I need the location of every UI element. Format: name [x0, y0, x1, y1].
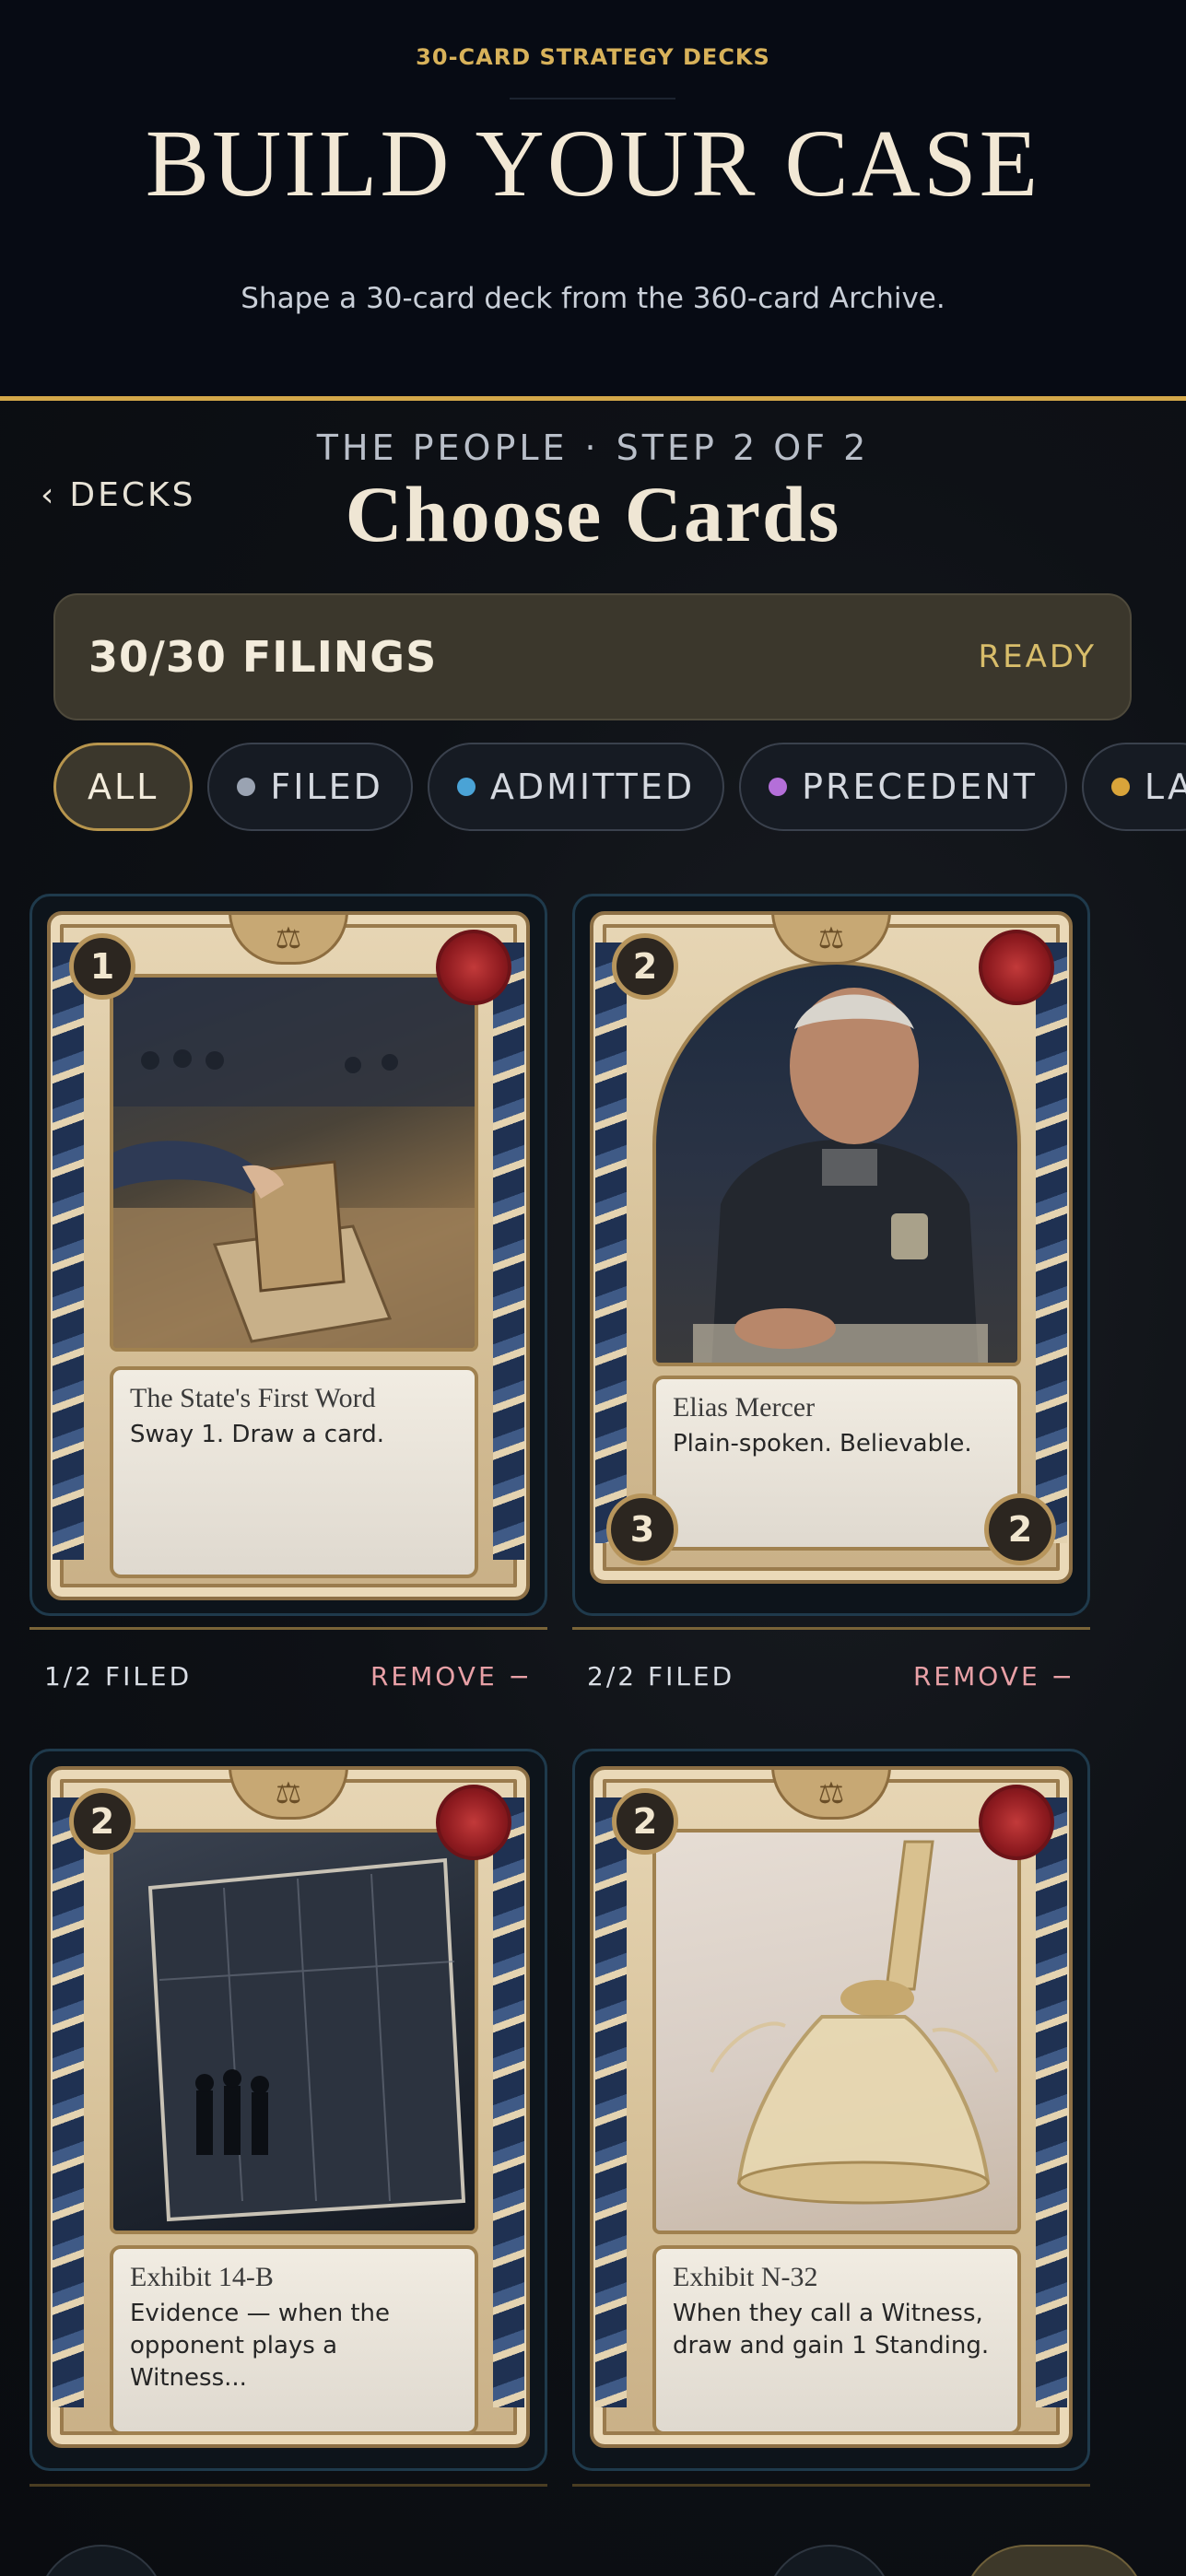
- filed-dot-icon: [237, 778, 256, 796]
- ribbon-decoration: [53, 943, 84, 1560]
- filed-count: 2/2 FILED: [587, 1661, 735, 1692]
- scales-icon: ⚖: [771, 915, 891, 965]
- card-art: [652, 961, 1021, 1366]
- page-title: Choose Cards: [345, 470, 841, 558]
- card-art: [110, 974, 478, 1352]
- card-slot-divider: [572, 2484, 1090, 2487]
- card-textbox: The State's First Word Sway 1. Draw a ca…: [110, 1366, 478, 1578]
- precedent-dot-icon: [769, 778, 788, 796]
- card-slot-footer: 1/2 FILED REMOVE −: [29, 1627, 547, 1692]
- step-label: STEP 2 OF 2: [616, 427, 870, 468]
- card-frame[interactable]: Exhibit N-32 When they call a Witness, d…: [572, 1749, 1090, 2471]
- card-frame[interactable]: Exhibit 14-B Evidence — when the opponen…: [29, 1749, 547, 2471]
- admitted-dot-icon: [456, 778, 476, 796]
- card-frame[interactable]: The State's First Word Sway 1. Draw a ca…: [29, 894, 547, 1616]
- card-cost: 2: [69, 1788, 135, 1855]
- ribbon-decoration: [493, 1797, 524, 2407]
- card[interactable]: Elias Mercer Plain-spoken. Believable. ⚖…: [590, 911, 1073, 1584]
- card-name: The State's First Word: [130, 1383, 376, 1413]
- card-name: Elias Mercer: [673, 1392, 816, 1423]
- card-textbox: Exhibit N-32 When they call a Witness, d…: [652, 2245, 1021, 2435]
- step-separator: ·: [584, 427, 600, 468]
- card-text: When they call a Witness, draw and gain …: [673, 2299, 990, 2359]
- filter-la[interactable]: LA: [1081, 743, 1186, 831]
- hero-header: 30-CARD STRATEGY DECKS BUILD YOUR CASE S…: [0, 0, 1186, 400]
- card[interactable]: The State's First Word Sway 1. Draw a ca…: [47, 911, 530, 1600]
- courtroom-document-icon: [113, 978, 475, 1348]
- wax-seal-icon: [436, 1785, 511, 1860]
- card-name: Exhibit N-32: [673, 2262, 818, 2292]
- filter-admitted[interactable]: ADMITTED: [427, 743, 725, 831]
- hero-title: BUILD YOUR CASE: [145, 111, 1041, 217]
- card[interactable]: Exhibit N-32 When they call a Witness, d…: [590, 1766, 1073, 2448]
- scales-icon: ⚖: [229, 915, 348, 965]
- ribbon-decoration: [595, 1797, 627, 2407]
- ribbon-decoration: [53, 1797, 84, 2407]
- wax-seal-icon: [979, 930, 1054, 1005]
- filed-count: 1/2 FILED: [44, 1661, 193, 1692]
- remove-button[interactable]: REMOVE −: [913, 1661, 1075, 1692]
- step-indicator: THE PEOPLE · STEP 2 OF 2: [0, 427, 1186, 468]
- photograph-icon: [147, 1857, 466, 2222]
- card-text: Sway 1. Draw a card.: [130, 1420, 385, 1448]
- police-officer-icon: [693, 988, 988, 1363]
- defense-stat: 2: [984, 1493, 1056, 1565]
- filter-precedent[interactable]: PRECEDENT: [739, 743, 1067, 831]
- filter-all[interactable]: ALL: [53, 743, 194, 831]
- hero-kicker: 30-CARD STRATEGY DECKS: [416, 44, 770, 70]
- card-cost: 2: [612, 1788, 678, 1855]
- wax-seal-icon: [979, 1785, 1054, 1860]
- ribbon-decoration: [493, 943, 524, 1560]
- filter-label: FILED: [270, 767, 383, 807]
- filings-count: 30/30 FILINGS: [88, 632, 438, 682]
- ribbon-decoration: [595, 943, 627, 1543]
- kicker-divider: [510, 98, 675, 100]
- attack-stat: 3: [606, 1493, 678, 1565]
- faction-label: THE PEOPLE: [316, 427, 569, 468]
- wax-seal-icon: [436, 930, 511, 1005]
- card-name: Exhibit 14-B: [130, 2262, 274, 2292]
- filter-label: LA: [1144, 767, 1186, 807]
- card-cost: 2: [612, 933, 678, 1000]
- card-textbox: Elias Mercer Plain-spoken. Believable.: [652, 1376, 1021, 1551]
- filter-label: PRECEDENT: [802, 767, 1038, 807]
- filter-chips: ALL FILED ADMITTED PRECEDENT LA: [53, 743, 1186, 833]
- card-cost: 1: [69, 933, 135, 1000]
- card[interactable]: Exhibit 14-B Evidence — when the opponen…: [47, 1766, 530, 2448]
- remove-button[interactable]: REMOVE −: [370, 1661, 533, 1692]
- filter-label: ALL: [88, 767, 159, 807]
- ready-status: READY: [978, 638, 1097, 675]
- la-dot-icon: [1110, 778, 1130, 796]
- card-slot-divider: [29, 2484, 547, 2487]
- card-art: [110, 1829, 478, 2234]
- card-art: [652, 1829, 1021, 2234]
- filter-filed[interactable]: FILED: [207, 743, 413, 831]
- ribbon-decoration: [1036, 1797, 1067, 2407]
- hero-subtitle: Shape a 30-card deck from the 360-card A…: [241, 282, 945, 315]
- filter-label: ADMITTED: [489, 767, 696, 807]
- scales-icon: ⚖: [229, 1770, 348, 1820]
- ribbon-decoration: [1036, 943, 1067, 1543]
- card-text: Plain-spoken. Believable.: [673, 1429, 972, 1458]
- deck-count-bar: 30/30 FILINGS READY: [53, 593, 1132, 720]
- card-frame[interactable]: Elias Mercer Plain-spoken. Believable. ⚖…: [572, 894, 1090, 1616]
- bell-icon: [710, 1840, 999, 2205]
- card-text: Evidence — when the opponent plays a Wit…: [130, 2299, 390, 2392]
- card-slot-footer: 2/2 FILED REMOVE −: [572, 1627, 1090, 1692]
- card-textbox: Exhibit 14-B Evidence — when the opponen…: [110, 2245, 478, 2435]
- scales-icon: ⚖: [771, 1770, 891, 1820]
